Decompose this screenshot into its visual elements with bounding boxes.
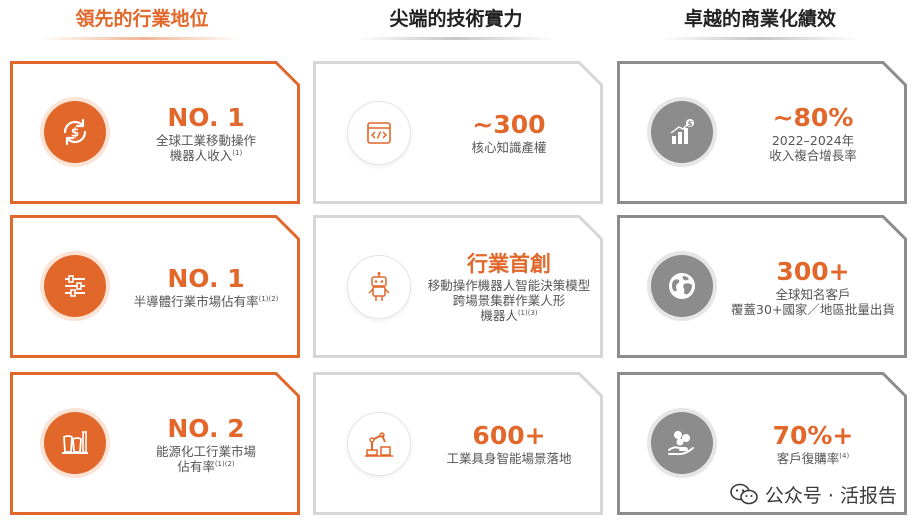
title-underline [356,37,556,40]
card-desc-line: 機器人(1)(3) [480,308,537,323]
card-600-scenarios: 600+ 工業具身智能場景落地 [313,372,603,515]
column-title-industry-position: 領先的行業地位 [12,0,272,40]
desc-text: 機器人 [480,308,518,323]
card-no2-energy-chemical-share: NO. 2 能源化工行業市場 佔有率(1)(2) [10,372,300,515]
card-text: 300+ 全球知名客戶 覆蓋30+國家／地區批量出貨 [725,215,901,358]
footnote-marker: (1)(3) [517,308,538,317]
hand-coins-icon [651,412,713,474]
card-desc-line: 移動操作機器人智能決策模型 [427,278,591,293]
card-industry-first: 行業首創 移動操作機器人智能決策模型 跨場景集群作業人形 機器人(1)(3) [313,215,603,358]
card-text: 600+ 工業具身智能場景落地 [421,372,597,515]
card-headline: 300+ [776,256,850,286]
card-desc-line: 2022–2024年 [771,132,855,148]
card-headline: 600+ [472,421,546,450]
card-headline: ~300 [472,110,546,139]
globe-icon [651,255,713,317]
wechat-icon [730,483,758,505]
watermark: 公众号 · 活报告 [729,480,897,508]
card-text: ~80% 2022–2024年 收入複合增長率 [725,61,901,204]
card-desc-line: 全球工業移動操作 [155,132,256,148]
dollar-cycle-icon: $ [44,101,106,163]
card-desc-line: 覆蓋30+國家／地區批量出貨 [731,301,895,317]
card-headline: ~80% [772,102,854,132]
code-window-icon [347,101,411,165]
column-title-text: 卓越的商業化績效 [683,8,836,30]
card-headline: 70%+ [772,421,854,450]
footnote-marker: (1)(2) [214,459,235,468]
footnote-marker: (4) [839,451,850,460]
card-desc-line: 工業具身智能場景落地 [446,451,572,466]
card-headline: NO. 1 [167,264,245,293]
card-desc-line: 客戶復購率(4) [777,451,849,466]
watermark-text: 公众号 · 活报告 [764,484,897,507]
column-title-text: 尖端的技術實力 [389,8,523,30]
card-text: NO. 1 半導體行業市場佔有率(1)(2) [118,215,294,358]
card-text: 行業首創 移動操作機器人智能決策模型 跨場景集群作業人形 機器人(1)(3) [421,215,597,358]
card-desc-line: 半導體行業市場佔有率(1)(2) [134,294,279,309]
footnote-marker: (1)(2) [258,294,279,303]
desc-text: 半導體行業市場佔有率 [133,294,259,309]
card-80-revenue-cagr: $ ~80% 2022–2024年 收入複合增長率 [617,61,907,204]
card-desc-line: 機器人收入(1) [170,148,242,163]
card-text: NO. 2 能源化工行業市場 佔有率(1)(2) [118,372,294,515]
card-headline: 行業首創 [467,252,551,276]
card-desc-line: 收入複合增長率 [769,147,857,163]
svg-text:$: $ [688,120,693,128]
card-desc-line: 核心知識產權 [471,140,547,155]
footnote-marker: (1) [232,148,243,157]
card-headline: NO. 2 [167,413,245,443]
robot-icon [347,255,411,319]
card-headline: NO. 1 [167,102,245,132]
card-desc-line: 能源化工行業市場 [155,443,256,459]
svg-text:$: $ [71,126,79,140]
title-underline [660,37,860,40]
industrial-robot-icon [347,412,411,476]
card-300-global-customers: 300+ 全球知名客戶 覆蓋30+國家／地區批量出貨 [617,215,907,358]
card-desc-line: 佔有率(1)(2) [177,459,234,474]
card-desc-line: 跨場景集群作業人形 [452,293,566,308]
column-title-text: 領先的行業地位 [75,8,209,30]
growth-chart-icon: $ [651,101,713,163]
desc-text: 機器人收入 [169,147,233,163]
factory-icon [44,412,106,474]
column-title-commercial-performance: 卓越的商業化績效 [630,0,890,40]
desc-text: 客戶復購率 [776,451,840,466]
card-no1-mobile-robot-revenue: $ NO. 1 全球工業移動操作 機器人收入(1) [10,61,300,204]
sliders-icon [44,255,106,317]
column-title-tech-strength: 尖端的技術實力 [326,0,586,40]
desc-text: 佔有率 [177,458,215,474]
card-text: NO. 1 全球工業移動操作 機器人收入(1) [118,61,294,204]
title-underline [42,37,242,40]
card-desc-line: 全球知名客戶 [775,286,851,302]
card-text: ~300 核心知識產權 [421,61,597,204]
card-300-core-ip: ~300 核心知識產權 [313,61,603,204]
card-no1-semiconductor-share: NO. 1 半導體行業市場佔有率(1)(2) [10,215,300,358]
